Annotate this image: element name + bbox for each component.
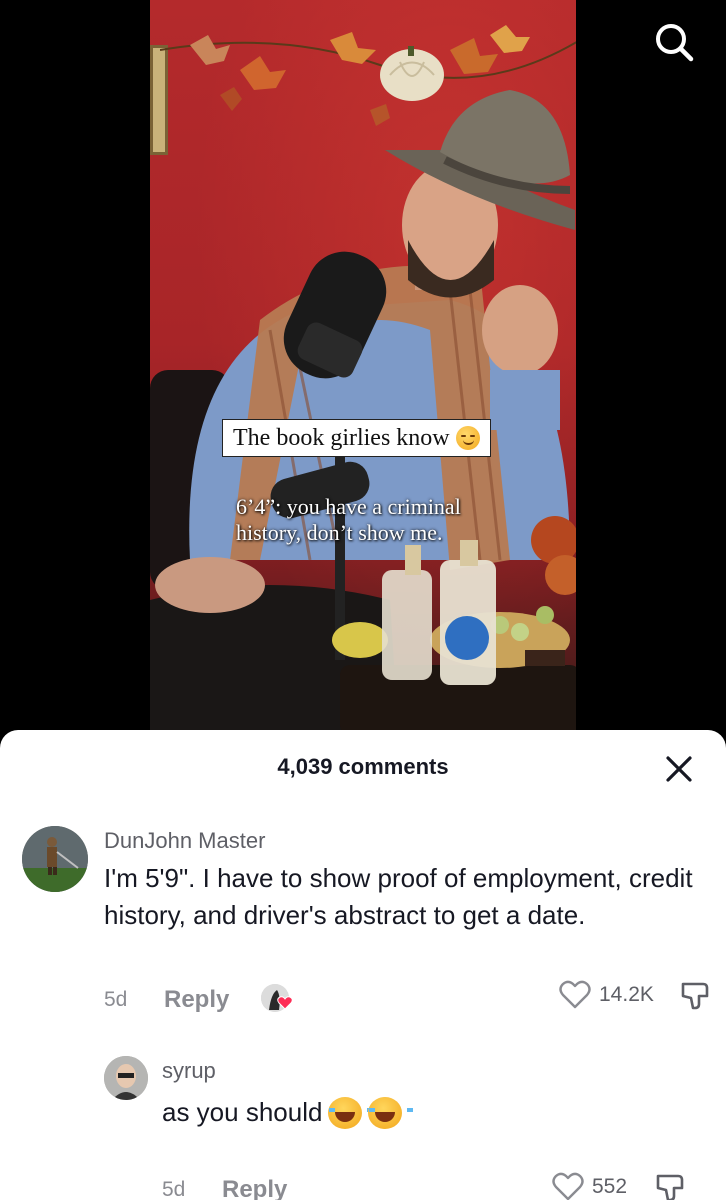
video-subtitle: 6’4”: you have a criminal history, don’t…: [236, 494, 461, 545]
comment-body: DunJohn Master I'm 5'9". I have to show …: [104, 826, 704, 934]
creator-heart-icon: [277, 996, 294, 1010]
comment-body: syrup as you should: [162, 1056, 702, 1131]
comment-actions: 5d Reply 14.2K: [104, 980, 709, 1016]
video-caption-text: The book girlies know: [233, 424, 450, 451]
comments-header: 4,039 comments: [0, 730, 726, 802]
comment-username[interactable]: syrup: [162, 1056, 702, 1086]
comment-time: 5d: [162, 1178, 186, 1200]
comment-actions: 5d Reply 552: [162, 1172, 702, 1200]
thumbs-down-icon: [681, 982, 709, 1010]
search-icon: [656, 24, 694, 62]
laughing-emoji-icon: [328, 1096, 374, 1129]
overlay-layer: The book girlies know 6’4”: you have a c…: [150, 0, 576, 760]
laughing-emoji-icon: [368, 1096, 414, 1129]
smirk-emoji-icon: [455, 426, 480, 450]
like-count: 14.2K: [599, 983, 654, 1006]
heart-outline-icon: [552, 1172, 584, 1200]
thumbs-down-icon: [656, 1174, 684, 1200]
like-button[interactable]: 552: [552, 1172, 627, 1200]
comment-text: as you should: [162, 1097, 323, 1127]
heart-outline-icon: [559, 980, 591, 1009]
knight-avatar-icon: [22, 826, 88, 892]
video-player[interactable]: The book girlies know 6’4”: you have a c…: [0, 0, 726, 760]
reply-button[interactable]: Reply: [222, 1176, 287, 1200]
close-comments-button[interactable]: [662, 752, 696, 786]
dislike-button[interactable]: [654, 1170, 688, 1200]
comment-count: 4,039 comments: [277, 754, 449, 779]
comment-text: I'm 5'9". I have to show proof of employ…: [104, 863, 693, 930]
liked-by-creator-badge: [261, 984, 294, 1016]
comment-text-row: as you should: [162, 1094, 702, 1131]
like-count: 552: [592, 1175, 628, 1198]
avatar[interactable]: [104, 1056, 148, 1100]
reply-button[interactable]: Reply: [164, 986, 229, 1014]
close-icon: [666, 756, 692, 782]
comments-panel: 4,039 comments DunJohn Master I'm 5'9". …: [0, 730, 726, 1200]
search-button[interactable]: [650, 18, 698, 66]
avatar[interactable]: [22, 826, 88, 892]
like-button[interactable]: 14.2K: [559, 980, 654, 1010]
video-caption-box: The book girlies know: [222, 419, 491, 457]
syrup-avatar-icon: [104, 1056, 148, 1100]
dislike-button[interactable]: [679, 978, 713, 1017]
comment-time: 5d: [104, 988, 128, 1011]
comment-username[interactable]: DunJohn Master: [104, 826, 704, 856]
